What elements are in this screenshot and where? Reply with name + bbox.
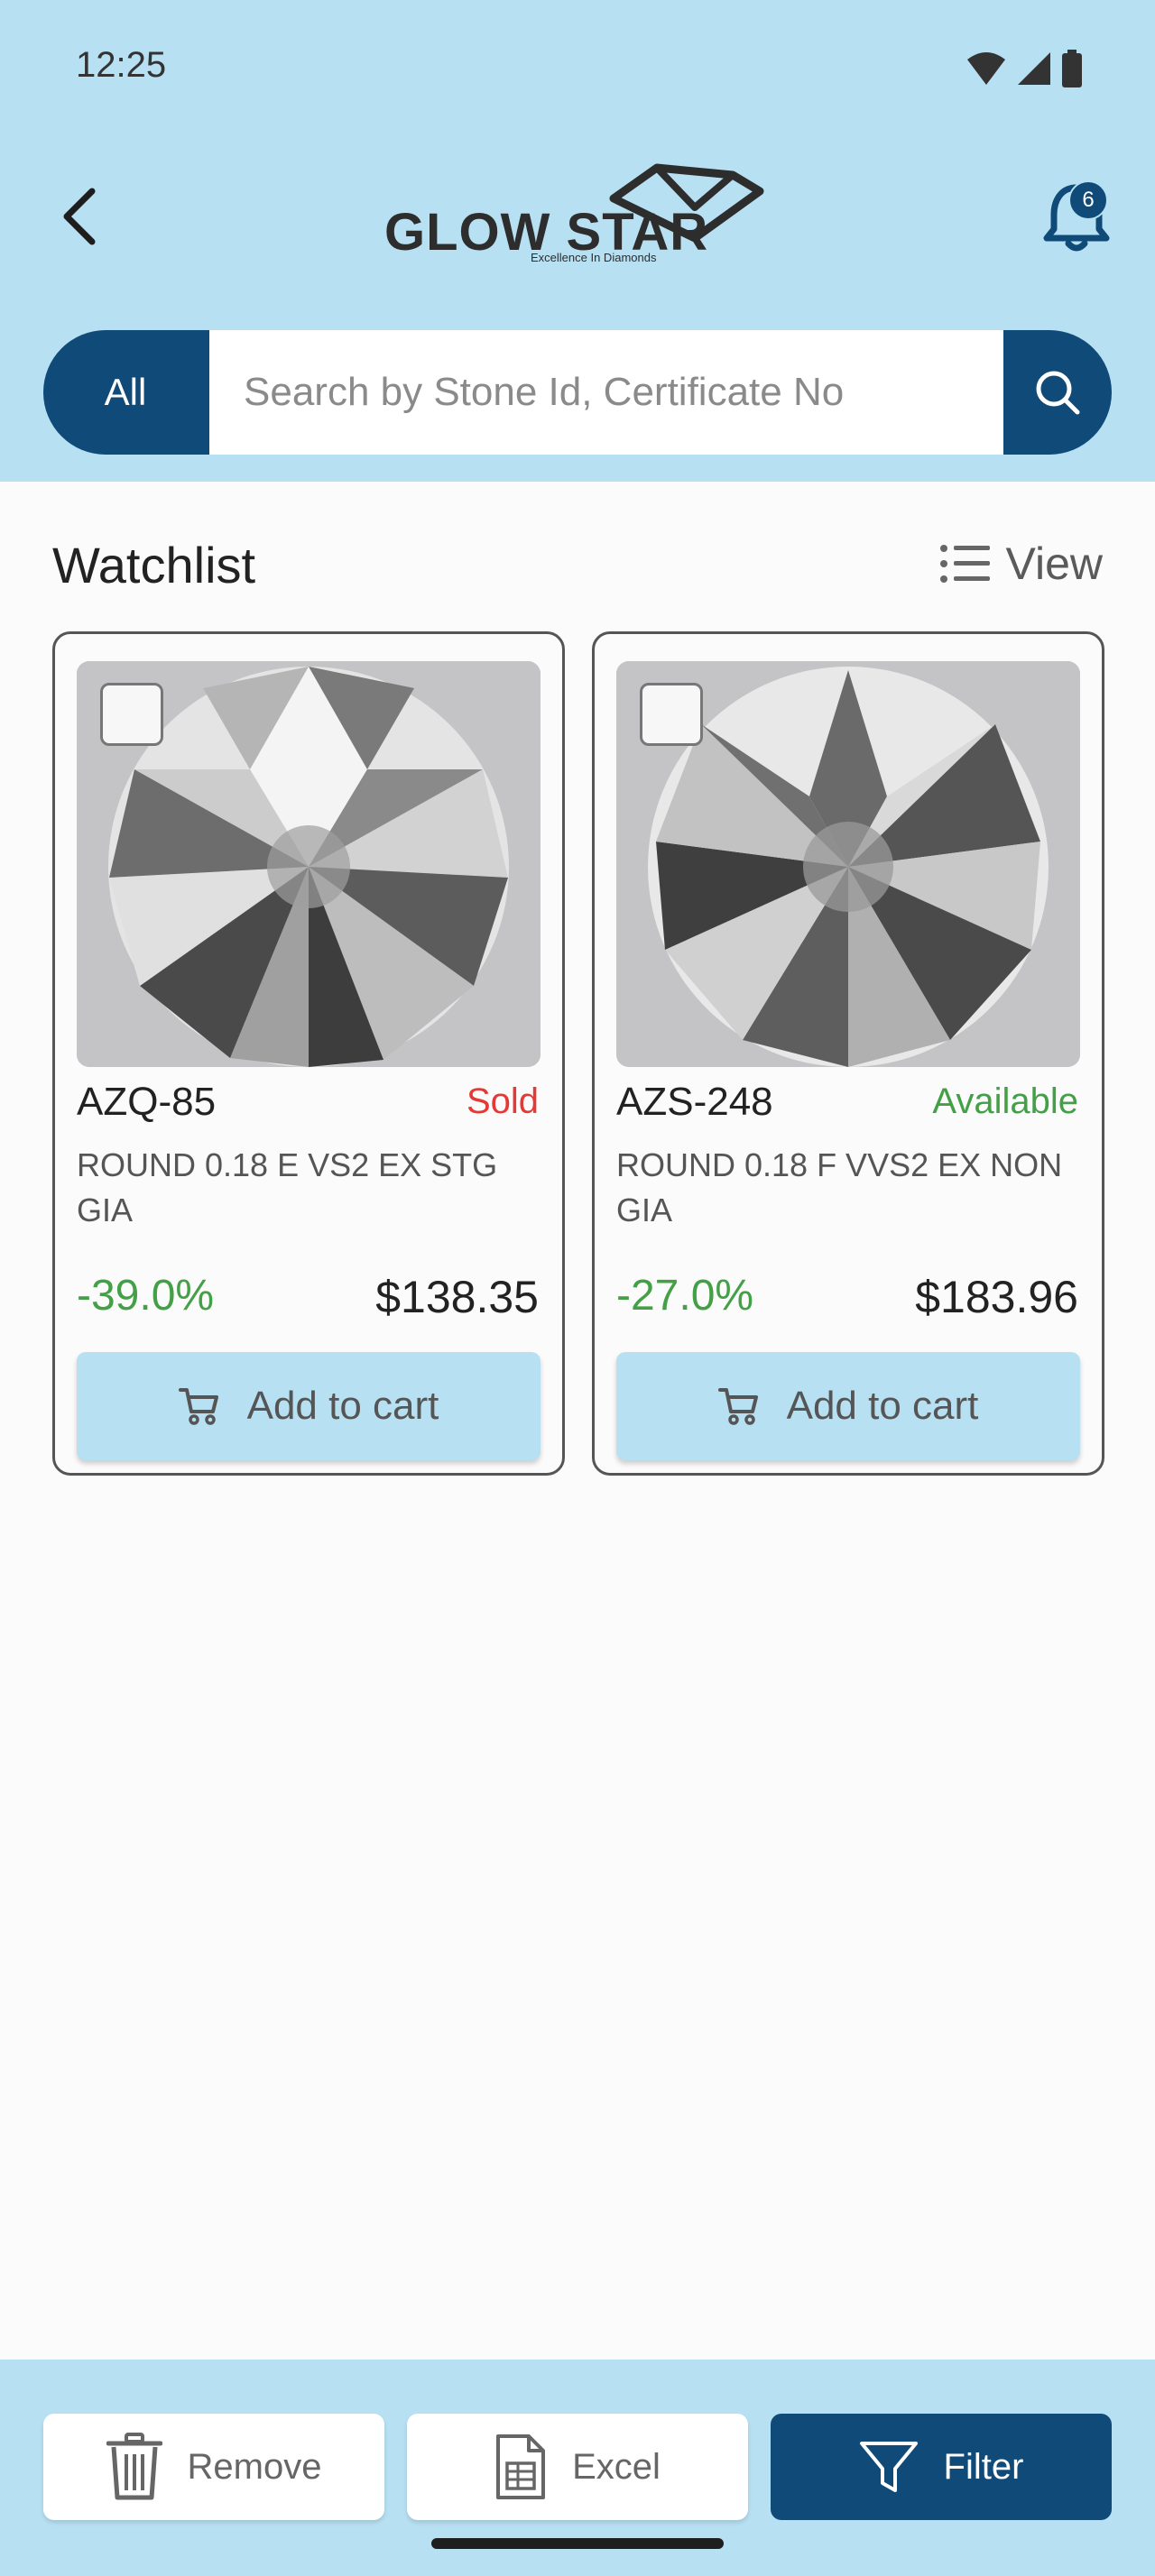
list-icon xyxy=(939,545,990,583)
battery-icon xyxy=(1062,50,1082,87)
stone-id: AZS-248 xyxy=(616,1080,773,1124)
brand-logo: GLOW STAR Excellence In Diamonds xyxy=(379,162,776,271)
status-bar: 12:25 xyxy=(0,0,1155,135)
excel-button[interactable]: Excel xyxy=(407,2414,748,2520)
trash-icon xyxy=(106,2433,162,2500)
spreadsheet-icon xyxy=(496,2434,546,2499)
filter-label: Filter xyxy=(943,2446,1024,2487)
status-badge: Available xyxy=(932,1081,1078,1121)
search-icon xyxy=(1036,371,1080,415)
search-button[interactable] xyxy=(1003,330,1112,455)
stone-description: ROUND 0.18 F VVS2 EX NON GIA xyxy=(616,1146,1063,1228)
search-scope-button[interactable]: All xyxy=(43,330,208,455)
add-to-cart-button[interactable]: Add to cart xyxy=(77,1352,541,1460)
select-checkbox[interactable] xyxy=(640,683,703,746)
home-indicator xyxy=(431,2538,724,2549)
stone-id: AZQ-85 xyxy=(77,1080,217,1124)
select-checkbox[interactable] xyxy=(100,683,163,746)
cart-icon xyxy=(178,1388,218,1425)
cart-icon xyxy=(717,1388,758,1425)
stone-description: ROUND 0.18 E VS2 EX STG GIA xyxy=(77,1146,498,1228)
price-value: $183.96 xyxy=(915,1272,1078,1322)
search-bar: All xyxy=(43,330,1112,455)
add-to-cart-label: Add to cart xyxy=(786,1384,979,1428)
remove-button[interactable]: Remove xyxy=(43,2414,384,2520)
logo-tagline: Excellence In Diamonds xyxy=(531,251,657,264)
discount-value: -27.0% xyxy=(616,1272,754,1320)
filter-icon xyxy=(859,2442,918,2492)
notification-badge: 6 xyxy=(1068,180,1108,220)
status-time: 12:25 xyxy=(76,45,167,85)
add-to-cart-label: Add to cart xyxy=(246,1384,439,1428)
view-label: View xyxy=(1005,538,1103,589)
watchlist-card[interactable]: AZS-248 Available ROUND 0.18 F VVS2 EX N… xyxy=(592,631,1104,1476)
page-title: Watchlist xyxy=(52,537,256,593)
signal-icon xyxy=(1018,52,1050,85)
search-input[interactable] xyxy=(209,330,1003,455)
status-badge: Sold xyxy=(466,1081,539,1121)
wifi-icon xyxy=(967,52,1005,85)
view-toggle-button[interactable]: View xyxy=(939,538,1103,590)
excel-label: Excel xyxy=(572,2446,661,2487)
add-to-cart-button[interactable]: Add to cart xyxy=(616,1352,1080,1460)
filter-button[interactable]: Filter xyxy=(771,2414,1112,2520)
discount-value: -39.0% xyxy=(77,1272,215,1320)
watchlist-card[interactable]: AZQ-85 Sold ROUND 0.18 E VS2 EX STG GIA … xyxy=(52,631,565,1476)
back-arrow-icon[interactable] xyxy=(52,180,106,253)
remove-label: Remove xyxy=(187,2446,322,2487)
price-value: $138.35 xyxy=(375,1272,539,1322)
status-icons xyxy=(966,50,1083,87)
